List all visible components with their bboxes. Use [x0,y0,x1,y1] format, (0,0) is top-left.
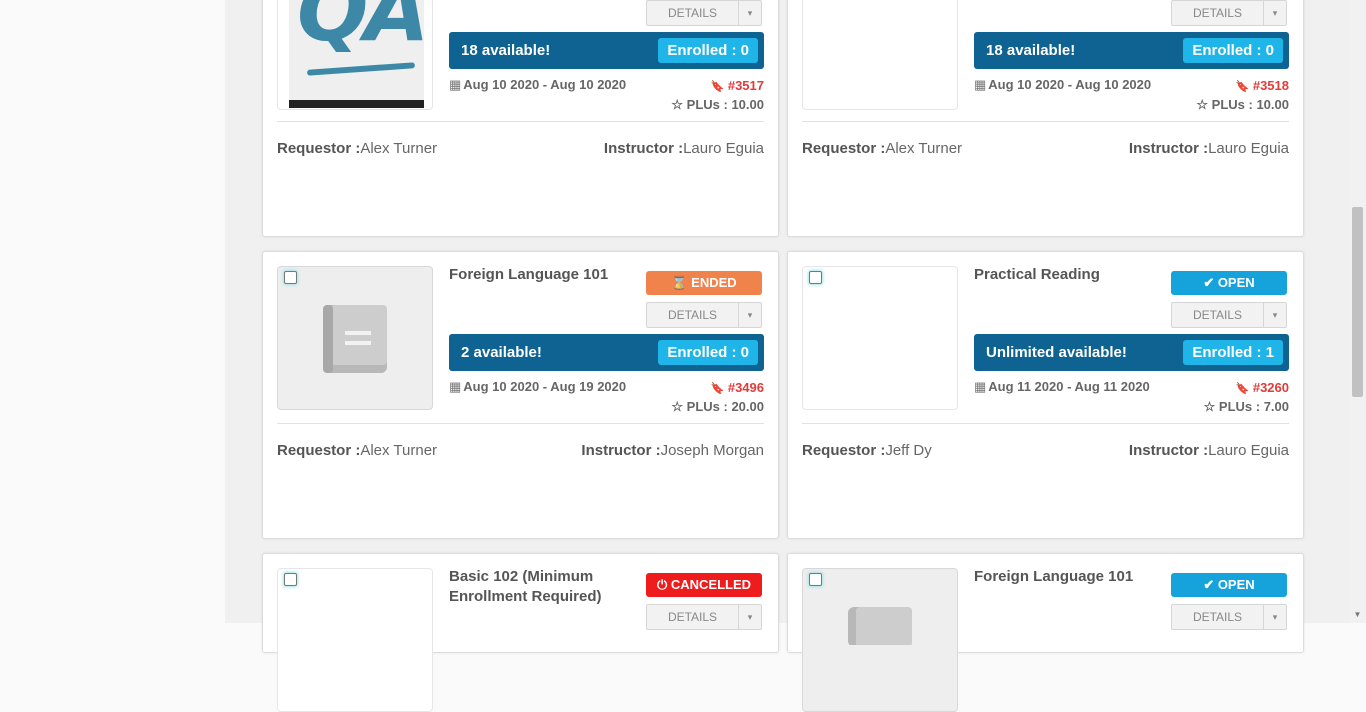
course-thumbnail-image: QA [289,0,424,108]
course-plus: ☆ PLUs : 20.00 [671,399,764,414]
details-button[interactable]: DETAILS ▾ [1171,604,1287,630]
course-thumbnail [802,0,958,110]
bookmark-icon: 🔖 [710,383,725,395]
select-checkbox[interactable] [284,573,297,586]
course-code: 🔖 #3518 [1235,78,1289,93]
card-divider [277,121,764,122]
status-badge: ✔ OPEN [1171,271,1287,295]
select-checkbox[interactable] [809,573,822,586]
calendar-icon: ▦ [974,77,987,92]
star-icon: ☆ [1196,97,1209,112]
details-button[interactable]: DETAILS ▾ [646,604,762,630]
chevron-down-icon[interactable]: ▾ [1264,605,1286,629]
card-divider [802,423,1289,424]
course-code: 🔖 #3496 [710,380,764,395]
course-thumbnail [802,568,958,712]
details-button[interactable]: DETAILS ▾ [646,302,762,328]
course-plus: ☆ PLUs : 7.00 [1203,399,1289,414]
details-button[interactable]: DETAILS ▾ [1171,0,1287,26]
requestor: Requestor :Alex Turner [802,140,963,157]
course-dates: ▦ Aug 10 2020 - Aug 10 2020 [449,77,627,92]
requestor: Requestor :Alex Turner [277,442,438,459]
status-badge: ✔ OPEN [1171,573,1287,597]
course-plus: ☆ PLUs : 10.00 [671,97,764,112]
enrolled-count: Enrolled : 0 [1183,38,1283,63]
bookmark-icon: 🔖 [1235,81,1250,93]
instructor: Instructor :Lauro Eguia [603,140,764,157]
calendar-icon: ▦ [449,379,462,394]
course-dates: ▦ Aug 11 2020 - Aug 11 2020 [974,379,1150,394]
instructor: Instructor :Joseph Morgan [581,442,764,459]
course-dates: ▦ Aug 10 2020 - Aug 10 2020 [974,77,1152,92]
instructor: Instructor :Lauro Eguia [1128,442,1289,459]
course-title[interactable]: Foreign Language 101 [974,567,1133,587]
enrolled-count: Enrolled : 0 [658,38,758,63]
availability-bar: 18 available! Enrolled : 0 [974,32,1289,69]
calendar-icon: ▦ [449,77,462,92]
scrollbar-thumb[interactable] [1352,207,1363,397]
bookmark-icon: 🔖 [1235,383,1250,395]
availability-bar: 18 available! Enrolled : 0 [449,32,764,69]
course-thumbnail [802,266,958,410]
calendar-icon: ▦ [974,379,987,394]
chevron-down-icon[interactable]: ▾ [739,303,761,327]
requestor: Requestor :Jeff Dy [802,442,932,459]
requestor: Requestor :Alex Turner [277,140,438,157]
course-title[interactable]: Practical Reading [974,265,1100,285]
star-icon: ☆ [671,97,684,112]
chevron-down-icon[interactable]: ▾ [739,1,761,25]
book-icon [848,607,912,645]
enrolled-count: Enrolled : 0 [658,340,758,365]
enrolled-count: Enrolled : 1 [1183,340,1283,365]
select-checkbox[interactable] [284,271,297,284]
details-button[interactable]: DETAILS ▾ [646,0,762,26]
course-title[interactable]: Basic 102 (Minimum Enrollment Required) [449,567,602,607]
available-count: Unlimited available! [986,344,1127,361]
chevron-down-icon[interactable]: ▾ [739,605,761,629]
card-divider [277,423,764,424]
available-count: 18 available! [986,42,1076,59]
availability-bar: 2 available! Enrolled : 0 [449,334,764,371]
select-checkbox[interactable] [809,271,822,284]
scroll-down-icon[interactable]: ▼ [1352,609,1363,620]
course-code: 🔖 #3260 [1235,380,1289,395]
course-thumbnail [277,568,433,712]
course-dates: ▦ Aug 10 2020 - Aug 19 2020 [449,379,627,394]
star-icon: ☆ [1203,399,1216,414]
status-badge: ⏻ CANCELLED [646,573,762,597]
available-count: 18 available! [461,42,551,59]
bookmark-icon: 🔖 [710,81,725,93]
chevron-down-icon[interactable]: ▾ [1264,1,1286,25]
course-thumbnail [277,266,433,410]
star-icon: ☆ [671,399,684,414]
available-count: 2 available! [461,344,542,361]
card-divider [802,121,1289,122]
thumbnail-logo-text: QA [297,0,424,60]
course-plus: ☆ PLUs : 10.00 [1196,97,1289,112]
status-badge: ⌛ ENDED [646,271,762,295]
course-title[interactable]: Foreign Language 101 [449,265,608,285]
book-icon [323,305,387,373]
instructor: Instructor :Lauro Eguia [1128,140,1289,157]
details-button[interactable]: DETAILS ▾ [1171,302,1287,328]
chevron-down-icon[interactable]: ▾ [1264,303,1286,327]
availability-bar: Unlimited available! Enrolled : 1 [974,334,1289,371]
course-code: 🔖 #3517 [710,78,764,93]
